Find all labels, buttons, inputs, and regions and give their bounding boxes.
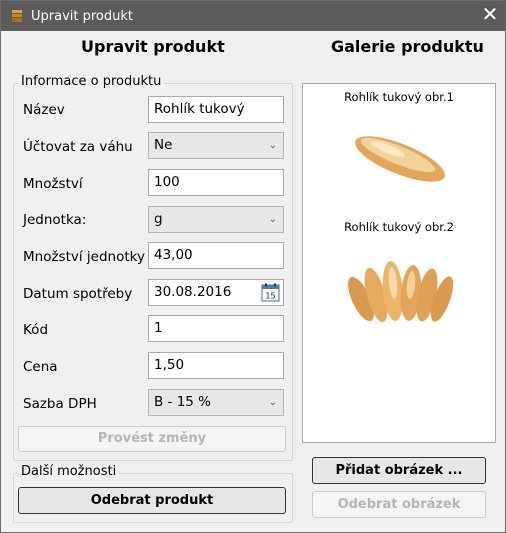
remove-product-button[interactable]: Odebrat produkt: [18, 487, 286, 514]
name-label: Název: [23, 102, 65, 118]
title-bar: Upravit produkt ✕: [1, 1, 505, 31]
product-info-group-title: Informace o produktu: [18, 74, 165, 89]
product-gallery-heading: Galerie produktu: [331, 37, 484, 56]
product-app-icon: [12, 10, 22, 22]
unit-quantity-label: Množství jednotky: [23, 249, 145, 265]
price-input[interactable]: 1,50: [148, 352, 284, 379]
product-image-1[interactable]: [348, 119, 453, 189]
product-gallery: Rohlík tukový obr.1 Rohlík tukový obr.2: [302, 83, 496, 443]
vat-rate-label: Sazba DPH: [23, 396, 97, 412]
calendar-icon[interactable]: 15: [261, 283, 280, 302]
vat-rate-value: B - 15 %: [154, 394, 212, 410]
chevron-down-icon: ⌄: [268, 140, 277, 151]
unit-value: g: [154, 211, 163, 227]
image-caption-1: Rohlík tukový obr.1: [344, 90, 454, 104]
calendar-icon-day: 15: [265, 292, 275, 301]
apply-changes-button[interactable]: Provést změny: [18, 426, 286, 452]
charge-by-weight-label: Účtovat za váhu: [23, 139, 133, 155]
name-input[interactable]: Rohlík tukový: [148, 96, 284, 123]
code-label: Kód: [23, 322, 49, 338]
edit-product-heading: Upravit produkt: [81, 37, 225, 56]
more-options-group-title: Další možnosti: [18, 464, 120, 479]
expiry-date-label: Datum spotřeby: [23, 286, 133, 302]
window-title: Upravit produkt: [31, 9, 133, 24]
remove-image-button[interactable]: Odebrat obrázek: [312, 491, 486, 518]
charge-by-weight-value: Ne: [154, 137, 173, 153]
unit-quantity-input[interactable]: 43,00: [148, 242, 284, 269]
add-image-button[interactable]: Přidat obrázek ...: [312, 457, 486, 484]
expiry-date-picker[interactable]: 30.08.2016 15: [148, 279, 284, 306]
code-input[interactable]: 1: [148, 315, 284, 342]
image-caption-2: Rohlík tukový obr.2: [344, 220, 454, 234]
edit-product-window: Upravit produkt ✕ Upravit produkt Galeri…: [0, 0, 506, 533]
product-image-2[interactable]: [341, 249, 461, 329]
quantity-input[interactable]: 100: [148, 169, 284, 196]
vat-rate-select[interactable]: B - 15 % ⌄: [148, 389, 284, 416]
quantity-label: Množství: [23, 176, 83, 192]
price-label: Cena: [23, 359, 58, 375]
chevron-down-icon: ⌄: [268, 214, 277, 225]
chevron-down-icon: ⌄: [268, 397, 277, 408]
unit-select[interactable]: g ⌄: [148, 206, 284, 233]
unit-label: Jednotka:: [23, 212, 87, 228]
charge-by-weight-select[interactable]: Ne ⌄: [148, 132, 284, 159]
expiry-date-value: 30.08.2016: [154, 284, 232, 300]
close-icon[interactable]: ✕: [475, 1, 505, 31]
